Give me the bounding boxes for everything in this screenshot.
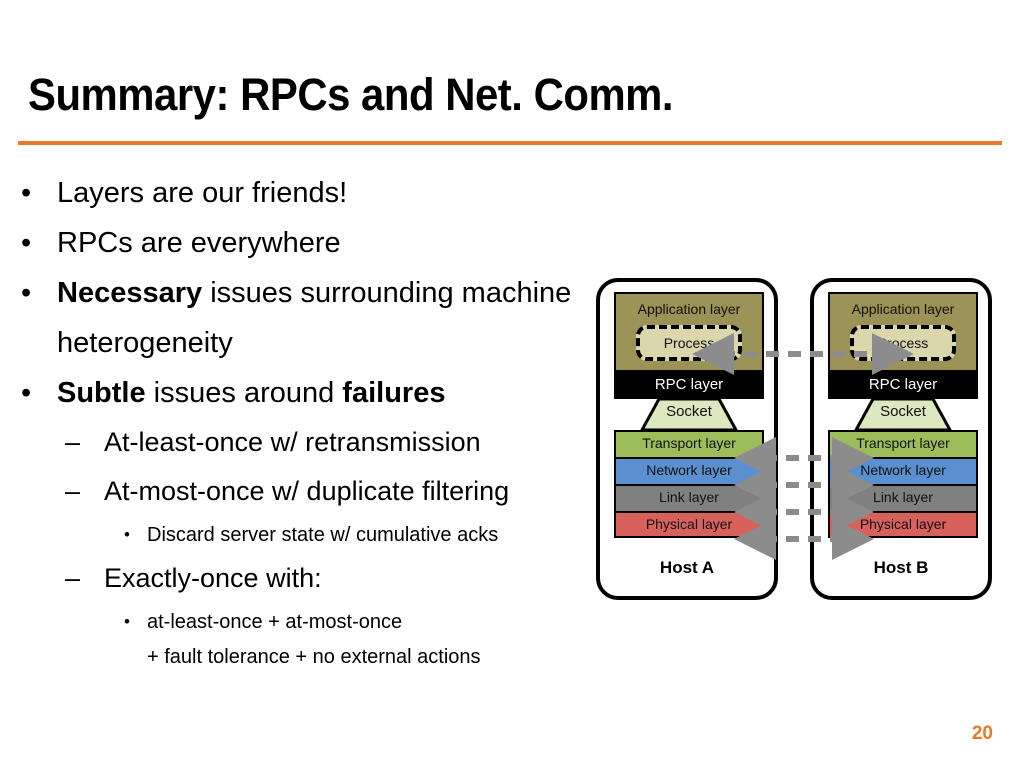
- list-item: • Layers are our friends!: [0, 168, 600, 218]
- host-a-socket: Socket: [614, 399, 764, 430]
- host-b-network-layer: Network layer: [828, 457, 978, 484]
- list-item: • Necessary issues surrounding machine h…: [0, 268, 600, 368]
- list-item-label: At-most-once w/ duplicate filtering: [104, 476, 510, 506]
- host-a-label: Host A: [659, 558, 715, 577]
- emphasis-text: failures: [342, 377, 446, 409]
- bullet-marker: –: [65, 427, 81, 457]
- page-title: Summary: RPCs and Net. Comm.: [28, 69, 674, 120]
- host-b-label: Host B: [873, 558, 929, 577]
- bullet-marker: •: [124, 525, 130, 544]
- list-item-label: RPCs are everywhere: [57, 227, 341, 259]
- host-a-protocol-stack: Application layer Process RPC layer Sock…: [614, 292, 764, 538]
- host-b-rpc-layer: RPC layer: [828, 370, 978, 399]
- host-b-application-layer-label: Application layer: [851, 301, 955, 317]
- bullet-marker: –: [65, 476, 81, 506]
- host-b-process-box: Process: [850, 325, 956, 361]
- host-a-socket-label: Socket: [666, 403, 712, 420]
- list-item-label: At-least-once w/ retransmission: [104, 427, 481, 457]
- host-a-network-layer: Network layer: [614, 457, 764, 484]
- list-item-label: Necessary issues surrounding machine het…: [57, 268, 600, 368]
- list-item: – Exactly-once with:: [0, 554, 600, 603]
- bullet-marker: •: [21, 227, 32, 259]
- list-item-label: Discard server state w/ cumulative acks: [147, 524, 499, 546]
- host-b-physical-layer: Physical layer: [828, 511, 978, 538]
- host-a-application-layer: Application layer Process: [614, 292, 764, 370]
- list-item: – At-least-once w/ retransmission: [0, 418, 600, 467]
- emphasis-text: Subtle: [57, 377, 146, 409]
- host-b-protocol-stack: Application layer Process RPC layer Sock…: [828, 292, 978, 538]
- bullet-marker: –: [65, 563, 81, 593]
- bullet-list: • Layers are our friends! • RPCs are eve…: [0, 168, 600, 674]
- title-divider: [18, 141, 1002, 145]
- host-a-transport-layer: Transport layer: [614, 430, 764, 457]
- host-b-link-layer: Link layer: [828, 484, 978, 511]
- bullet-marker: •: [124, 612, 130, 631]
- page-number: 20: [971, 723, 993, 744]
- list-item-label-mid: issues around: [145, 377, 343, 409]
- host-a-process-box: Process: [636, 325, 742, 361]
- list-item: • RPCs are everywhere: [0, 218, 600, 268]
- host-b-container: Application layer Process RPC layer Sock…: [810, 278, 992, 600]
- host-a-link-layer: Link layer: [614, 484, 764, 511]
- list-item: • at-least-once + at-most-once + fault t…: [0, 603, 600, 674]
- host-b-socket: Socket: [828, 399, 978, 430]
- host-a-physical-layer: Physical layer: [614, 511, 764, 538]
- list-item-label: Exactly-once with:: [104, 563, 322, 593]
- bullet-marker: •: [21, 377, 32, 409]
- network-stack-diagram: Application layer Process RPC layer Sock…: [596, 278, 1008, 606]
- list-item-label: Layers are our friends!: [57, 177, 348, 209]
- host-b-application-layer: Application layer Process: [828, 292, 978, 370]
- bullet-marker: •: [21, 177, 32, 209]
- host-a-container: Application layer Process RPC layer Sock…: [596, 278, 778, 600]
- bullet-marker: •: [21, 277, 32, 309]
- host-b-socket-label: Socket: [880, 403, 926, 420]
- list-item-label: Subtle issues around failures: [57, 368, 600, 418]
- list-item-label-continuation: + fault tolerance + no external actions: [147, 646, 481, 668]
- list-item: • Discard server state w/ cumulative ack…: [0, 516, 600, 554]
- host-a-application-layer-label: Application layer: [637, 301, 741, 317]
- host-a-rpc-layer: RPC layer: [614, 370, 764, 399]
- list-item: – At-most-once w/ duplicate filtering: [0, 467, 600, 516]
- host-b-transport-layer: Transport layer: [828, 430, 978, 457]
- emphasis-text: Necessary: [57, 277, 203, 309]
- list-item-label: at-least-once + at-most-once: [147, 611, 403, 633]
- list-item: • Subtle issues around failures: [0, 368, 600, 418]
